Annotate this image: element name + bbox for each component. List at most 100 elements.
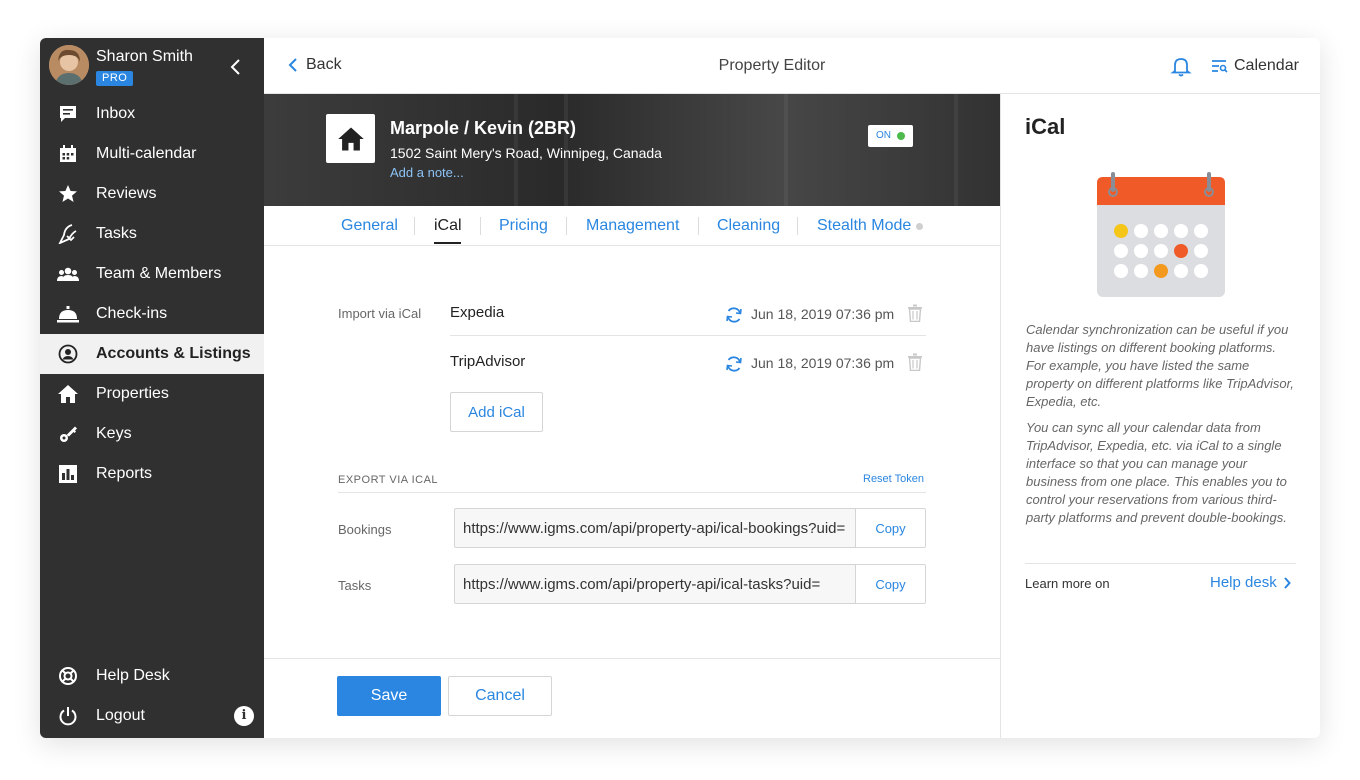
sidebar-item-label: Properties [96,385,169,402]
panel-title: iCal [1025,114,1066,139]
bookings-url[interactable]: https://www.igms.com/api/property-api/ic… [463,520,847,537]
panel-paragraph: You can sync all your calendar data from… [1026,420,1287,525]
sidebar-item-reviews[interactable]: Reviews [40,174,264,214]
copy-tasks-button[interactable]: Copy [855,565,925,603]
sidebar-item-check-ins[interactable]: Check-ins [40,294,264,334]
help-panel: iCal Calendar synchronization can be use… [1000,94,1320,738]
property-header: Marpole / Kevin (2BR) 1502 Saint Mery's … [264,94,1000,206]
tab-cleaning[interactable]: Cleaning [717,217,780,235]
user-profile[interactable]: Sharon Smith PRO [40,38,264,94]
star-icon [56,183,80,205]
sync-icon[interactable] [725,355,743,373]
sidebar-item-label: Check-ins [96,305,168,322]
export-row-label: Bookings [338,522,392,537]
last-synced: Jun 18, 2019 07:36 pm [751,306,895,322]
chevron-right-icon [1283,576,1291,589]
info-icon[interactable]: i [234,706,254,726]
top-bar: Back Property Editor Calendar [264,38,1320,94]
calendar-list-icon [1212,60,1228,73]
home-icon [56,383,80,405]
ical-form: Import via iCal Expedia Jun 18, 2019 07:… [264,246,1000,738]
bar-chart-icon [56,463,80,485]
status-label: ON [876,130,891,141]
footer-divider [264,658,1000,659]
tab-general[interactable]: General [341,217,398,235]
key-icon [56,423,80,445]
sidebar-item-label: Reports [96,465,153,482]
power-icon [56,705,80,727]
pro-badge: PRO [96,71,134,86]
tab-ical[interactable]: iCal [434,217,462,235]
property-name: Marpole / Kevin (2BR) [390,118,577,138]
collapse-sidebar-button[interactable] [226,56,246,78]
property-tabs: General iCal Pricing Management Cleaning… [264,206,1000,246]
calendar-link[interactable]: Calendar [1212,57,1299,75]
sidebar-item-label: Multi-calendar [96,145,197,162]
calendar-label: Calendar [1234,57,1299,74]
stealth-status-dot-icon [916,223,923,230]
tasks-url[interactable]: https://www.igms.com/api/property-api/ic… [463,576,847,593]
import-label: Import via iCal [338,306,422,321]
inbox-icon [56,103,80,125]
status-toggle[interactable]: ON [868,125,913,147]
sidebar-item-label: Accounts & Listings [96,345,251,362]
save-button[interactable]: Save [337,676,441,716]
sidebar-item-label: Logout [96,707,145,724]
last-synced: Jun 18, 2019 07:36 pm [751,355,895,371]
calendar-illustration-icon [1097,172,1225,297]
sidebar-item-accounts-listings[interactable]: Accounts & Listings [40,334,264,374]
add-ical-button[interactable]: Add iCal [450,392,543,432]
sidebar-item-label: Inbox [96,105,136,122]
export-row-label: Tasks [338,578,372,593]
property-home-icon [326,114,375,163]
reset-token-link[interactable]: Reset Token [863,473,924,485]
sidebar-item-label: Help Desk [96,667,170,684]
lifebuoy-icon [56,665,80,687]
add-note-link[interactable]: Add a note... [390,165,464,180]
app-window: Sharon Smith PRO Inbox Multi-calendar Re… [40,38,1320,738]
sidebar-item-label: Reviews [96,185,157,202]
tab-management[interactable]: Management [586,217,679,235]
chevron-left-icon [230,59,240,75]
calendar-icon [56,143,80,165]
help-desk-label: Help desk [1210,574,1277,591]
property-address: 1502 Saint Mery's Road, Winnipeg, Canada [390,145,662,161]
sync-icon[interactable] [725,306,743,324]
export-heading: EXPORT VIA ICAL [338,474,439,486]
learn-more-label: Learn more on [1025,576,1110,591]
sidebar: Sharon Smith PRO Inbox Multi-calendar Re… [40,38,264,738]
account-icon [56,343,80,365]
sidebar-item-inbox[interactable]: Inbox [40,94,264,134]
status-dot-icon [897,132,905,140]
import-source-name: Expedia [450,304,505,321]
cancel-button[interactable]: Cancel [448,676,552,716]
broom-icon [56,223,80,245]
user-name: Sharon Smith [96,48,193,65]
tab-pricing[interactable]: Pricing [499,217,548,235]
avatar [49,45,89,85]
sidebar-item-keys[interactable]: Keys [40,414,264,454]
tasks-url-field[interactable]: https://www.igms.com/api/property-api/ic… [454,564,926,604]
sidebar-item-help-desk[interactable]: Help Desk [40,656,264,696]
sidebar-item-team-members[interactable]: Team & Members [40,254,264,294]
trash-icon[interactable] [907,353,923,371]
trash-icon[interactable] [907,304,923,322]
team-icon [56,263,80,285]
sidebar-item-label: Keys [96,425,132,442]
sidebar-item-multi-calendar[interactable]: Multi-calendar [40,134,264,174]
panel-divider [1025,563,1296,564]
sidebar-item-tasks[interactable]: Tasks [40,214,264,254]
bookings-url-field[interactable]: https://www.igms.com/api/property-api/ic… [454,508,926,548]
active-tab-underline [434,242,461,244]
sidebar-item-label: Tasks [96,225,137,242]
copy-bookings-button[interactable]: Copy [855,509,925,547]
tab-stealth-mode[interactable]: Stealth Mode [817,217,911,235]
sidebar-item-logout[interactable]: Logout [40,696,264,736]
notifications-bell-icon[interactable] [1170,55,1192,77]
sidebar-item-properties[interactable]: Properties [40,374,264,414]
help-desk-link[interactable]: Help desk [1210,574,1291,591]
sidebar-item-reports[interactable]: Reports [40,454,264,494]
panel-paragraph: Calendar synchronization can be useful i… [1026,322,1294,409]
bell-desk-icon [56,303,80,325]
sidebar-item-label: Team & Members [96,265,222,282]
